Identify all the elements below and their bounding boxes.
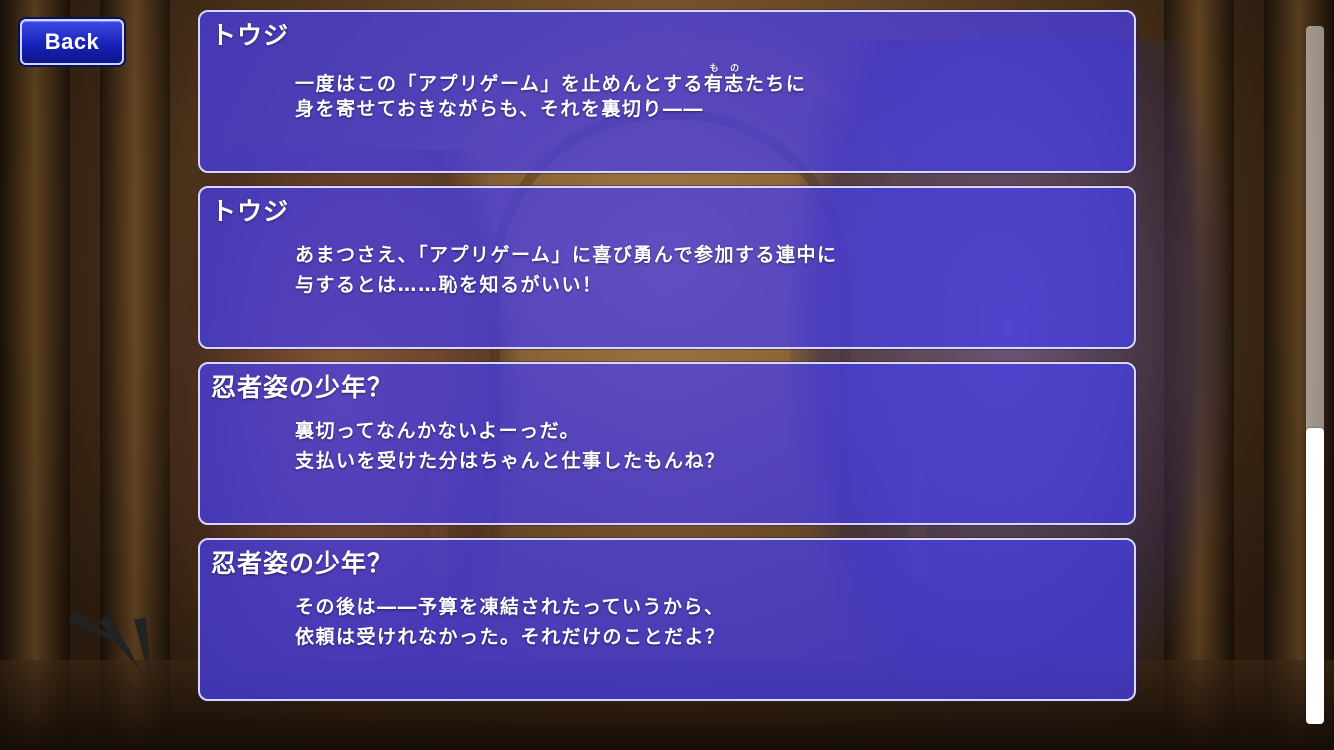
speaker-name: 忍者姿の少年？ [211,549,394,578]
dialogue-line: 身を寄せておきながらも、それを裏切り―― [295,98,704,120]
speaker-name: トウジ [211,21,290,50]
dialogue-line: 与するとは……恥を知るがいい！ [295,274,603,296]
dialogue-line: 裏切ってなんかないよーっだ。 [295,420,581,442]
scrollbar-thumb[interactable] [1306,428,1324,724]
back-button[interactable]: Back [20,19,124,65]
dialogue-line: 支払いを受けた分はちゃんと仕事したもんね？ [295,450,726,472]
dialogue-entry: トウジ あまつさえ、「アプリゲーム」に喜び勇んで参加する連中に 与するとは……恥… [198,186,1136,349]
dialogue-line: 依頼は受けれなかった。それだけのことだよ？ [295,626,726,648]
dialogue-entry: トウジ 一度はこの「アプリゲーム」を止めんとする有志ものたちに 身を寄せておきな… [198,10,1136,173]
dialogue-entry: 忍者姿の少年？ 裏切ってなんかないよーっだ。 支払いを受けた分はちゃんと仕事した… [198,362,1136,525]
speaker-name: トウジ [211,197,290,226]
dialogue-log[interactable]: トウジ 一度はこの「アプリゲーム」を止めんとする有志ものたちに 身を寄せておきな… [198,10,1136,714]
dialogue-line: 一度はこの「アプリゲーム」を止めんとする有志ものたちに [295,64,807,95]
dialogue-line: あまつさえ、「アプリゲーム」に喜び勇んで参加する連中に [295,244,838,266]
dialogue-entry: 忍者姿の少年？ その後は――予算を凍結されたっていうから、 依頼は受けれなかった… [198,538,1136,701]
left-pillar [0,0,70,750]
speaker-name: 忍者姿の少年？ [211,373,394,402]
dialogue-line: その後は――予算を凍結されたっていうから、 [295,596,725,618]
